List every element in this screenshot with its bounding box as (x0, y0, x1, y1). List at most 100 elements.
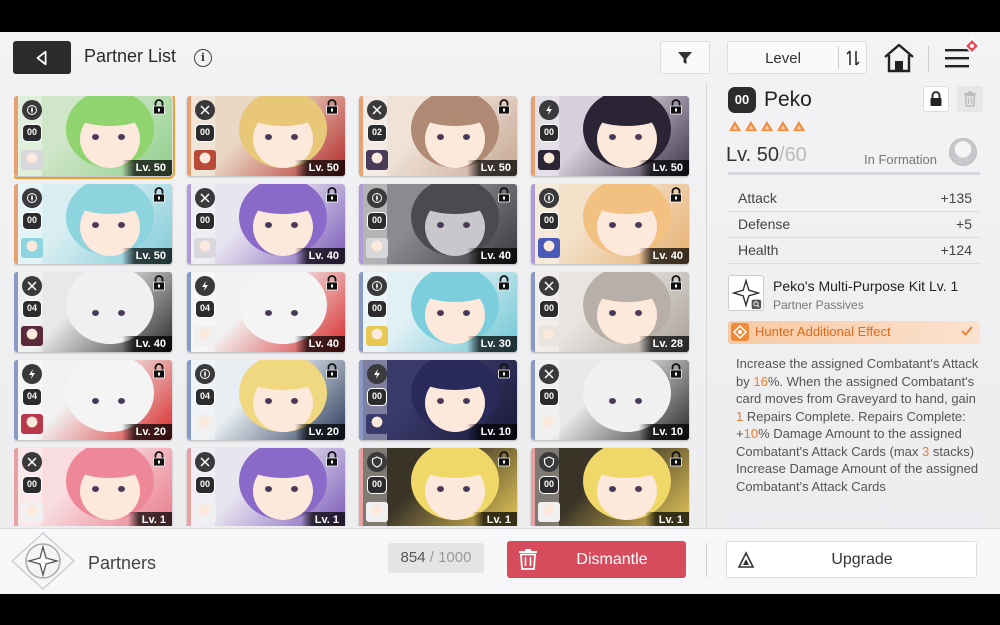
trash-icon (519, 549, 537, 570)
card-rank-badge: 00 (367, 388, 387, 406)
stat-value: +135 (940, 190, 972, 206)
home-icon[interactable] (882, 42, 916, 74)
lock-icon[interactable] (325, 99, 339, 115)
lock-icon[interactable] (152, 187, 166, 203)
partner-card[interactable]: 00 Lv. 10 (359, 360, 517, 440)
partner-card[interactable]: 04 Lv. 20 (14, 360, 172, 440)
hunter-effect-label: Hunter Additional Effect (755, 324, 891, 339)
lock-icon[interactable] (152, 99, 166, 115)
combatant-avatar (366, 150, 388, 170)
partner-card[interactable]: 04 Lv. 40 (14, 272, 172, 352)
partner-card[interactable]: 00 Lv. 40 (359, 184, 517, 264)
card-rank-badge: 00 (539, 476, 559, 494)
combatant-avatar (194, 326, 216, 346)
combatant-avatar (21, 150, 43, 170)
card-rank-badge: 00 (539, 212, 559, 230)
desc-part-2: %. When the assigned Combatant's card mo… (736, 373, 976, 407)
partner-card[interactable]: 00 Lv. 40 (187, 184, 345, 264)
page-title: Partner List (84, 46, 177, 66)
card-level: Lv. 28 (638, 336, 689, 352)
card-level: Lv. 1 (644, 512, 689, 526)
lock-icon[interactable] (325, 451, 339, 467)
lock-icon[interactable] (669, 99, 683, 115)
letterbox-bottom (0, 594, 1000, 625)
level-progress-bar (728, 172, 980, 175)
partner-card[interactable]: 00 Lv. 28 (531, 272, 689, 352)
notification-badge-icon (964, 38, 980, 54)
partner-card[interactable]: 00 Lv. 30 (359, 272, 517, 352)
lock-icon[interactable] (669, 275, 683, 291)
lock-icon[interactable] (325, 187, 339, 203)
lock-icon[interactable] (152, 275, 166, 291)
partner-card[interactable]: 00 Lv. 50 (14, 184, 172, 264)
lock-icon[interactable] (497, 187, 511, 203)
card-level: Lv. 50 (466, 160, 517, 176)
partner-card[interactable]: 04 Lv. 40 (187, 272, 345, 352)
star-icon (793, 121, 805, 131)
lock-icon[interactable] (669, 451, 683, 467)
lock-button[interactable] (923, 86, 949, 112)
combatant-avatar (366, 414, 388, 434)
hunter-effect-bar: Hunter Additional Effect (728, 321, 980, 344)
partner-card[interactable]: 00 Lv. 1 (14, 448, 172, 526)
back-button[interactable] (13, 41, 71, 74)
card-rank-badge: 00 (367, 300, 387, 318)
partner-card[interactable]: 02 Lv. 50 (359, 96, 517, 176)
partner-detail-panel: 00 Peko Lv. 50/60 In Formation Attack +13… (706, 82, 1000, 532)
card-level: Lv. 20 (121, 424, 172, 440)
upgrade-button[interactable]: Upgrade (726, 541, 977, 578)
stat-row-attack: Attack +135 (728, 186, 980, 212)
combatant-avatar (194, 238, 216, 258)
partner-name: Peko (764, 88, 812, 111)
passive-skill-icon[interactable] (728, 275, 764, 311)
star-icon (729, 121, 741, 131)
desc-value-3: 10 (743, 426, 759, 441)
partner-card[interactable]: 00 Lv. 1 (531, 448, 689, 526)
combatant-avatar (538, 502, 560, 522)
card-level: Lv. 50 (638, 160, 689, 176)
lock-icon[interactable] (497, 99, 511, 115)
dismantle-button[interactable]: Dismantle (507, 541, 686, 578)
filter-button[interactable] (660, 41, 710, 74)
partner-card[interactable]: 00 Lv. 10 (531, 360, 689, 440)
lock-icon[interactable] (325, 363, 339, 379)
sort-order-toggle[interactable] (838, 47, 866, 69)
lock-icon[interactable] (497, 275, 511, 291)
partner-rank-badge: 00 (728, 87, 756, 113)
shield-icon (539, 452, 559, 472)
combatant-avatar (21, 502, 43, 522)
formation-avatar[interactable] (949, 138, 977, 166)
info-icon[interactable]: i (194, 49, 212, 67)
card-rank-badge: 00 (367, 476, 387, 494)
passive-name: Peko's Multi-Purpose Kit Lv. 1 (773, 278, 959, 294)
lock-icon[interactable] (669, 187, 683, 203)
partner-card[interactable]: 04 Lv. 20 (187, 360, 345, 440)
compass-icon (539, 188, 559, 208)
sort-dropdown[interactable]: Level (727, 41, 867, 74)
partner-list-screen: Partner List i Level 00 Lv. 50 00 Lv. 50 02 L… (0, 32, 1000, 594)
lock-icon[interactable] (152, 363, 166, 379)
lock-icon[interactable] (497, 363, 511, 379)
card-level: Lv. 40 (294, 336, 345, 352)
lock-icon[interactable] (669, 363, 683, 379)
partner-card[interactable]: 00 Lv. 50 (531, 96, 689, 176)
lock-icon[interactable] (152, 451, 166, 467)
card-rank-badge: 00 (22, 124, 42, 142)
partner-card[interactable]: 00 Lv. 50 (14, 96, 175, 179)
lock-icon[interactable] (497, 451, 511, 467)
lock-icon[interactable] (325, 275, 339, 291)
dismantle-single-button[interactable] (957, 86, 983, 112)
card-level: Lv. 10 (466, 424, 517, 440)
header-divider (928, 46, 929, 72)
stat-divider (728, 263, 980, 264)
partner-card[interactable]: 00 Lv. 50 (187, 96, 345, 176)
letterbox-top (0, 0, 1000, 32)
stat-value: +5 (956, 216, 972, 232)
star-icon (777, 121, 789, 131)
partner-card[interactable]: 00 Lv. 1 (187, 448, 345, 526)
star-icon (745, 121, 757, 131)
stat-row-defense: Defense +5 (728, 212, 980, 238)
upgrade-icon (737, 551, 755, 568)
partner-card[interactable]: 00 Lv. 40 (531, 184, 689, 264)
partner-card[interactable]: 00 Lv. 1 (359, 448, 517, 526)
